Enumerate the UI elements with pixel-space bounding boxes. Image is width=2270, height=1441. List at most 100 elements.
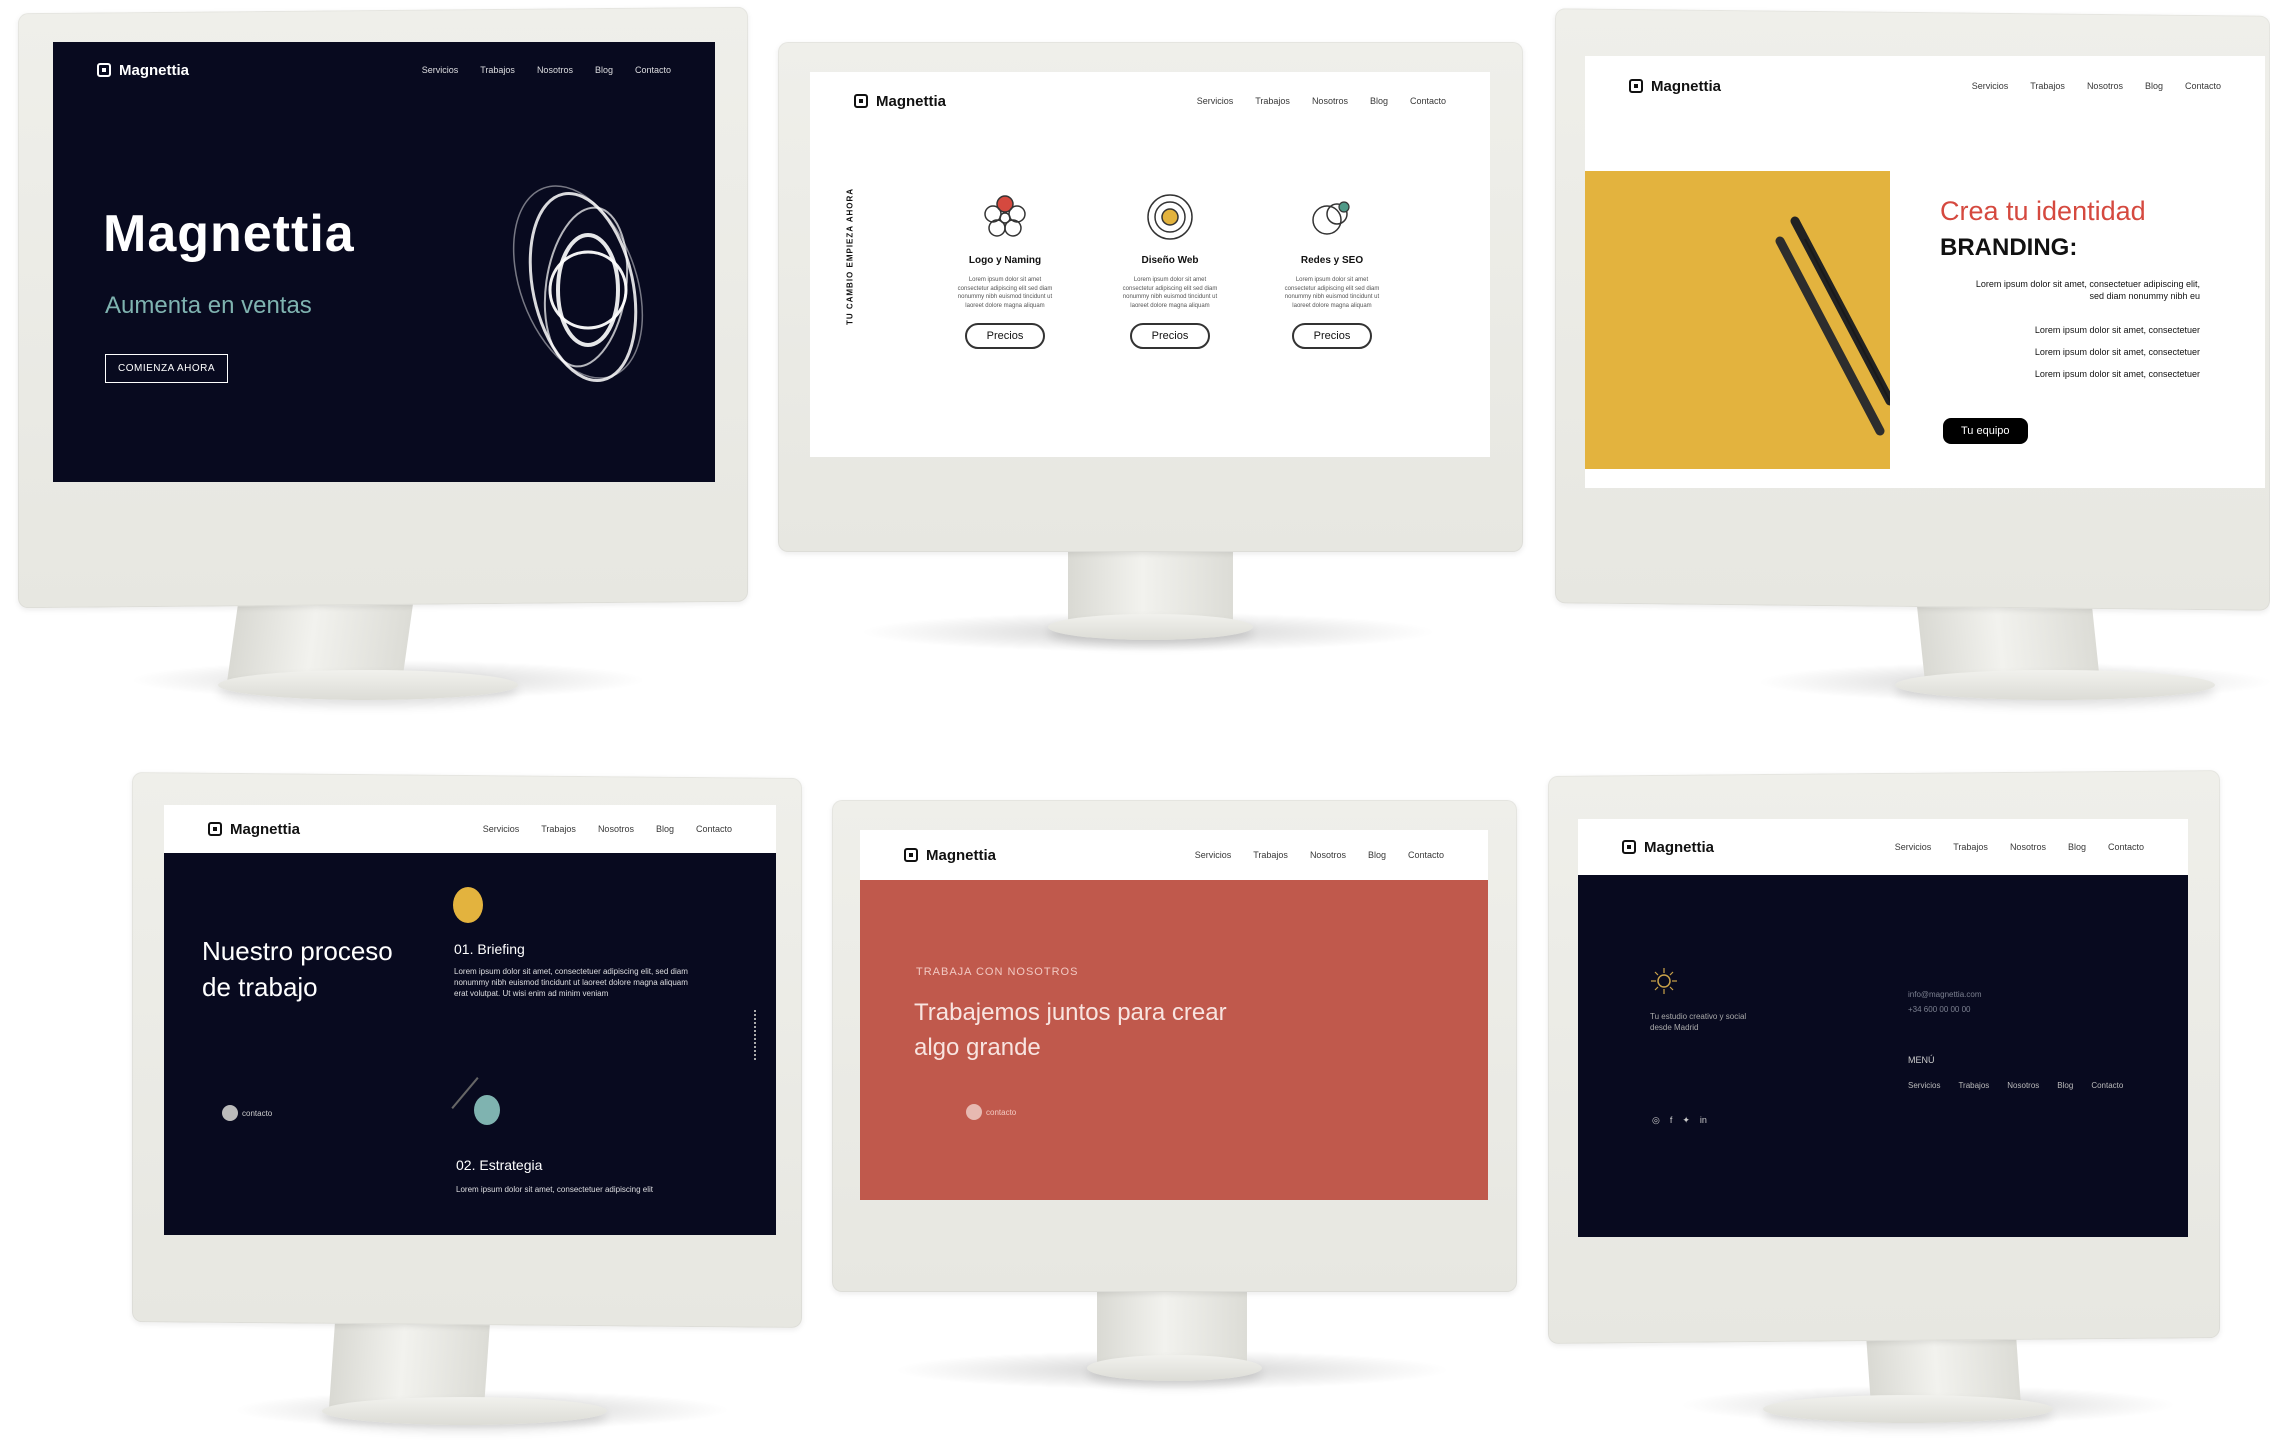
prices-button[interactable]: Precios — [1129, 322, 1211, 349]
contact-link[interactable]: contacto — [966, 1104, 1016, 1120]
nav-item[interactable]: Nosotros — [2010, 842, 2046, 852]
nav-item[interactable]: Servicios — [422, 65, 459, 75]
logo-icon — [904, 848, 918, 862]
prices-button[interactable]: Precios — [964, 322, 1046, 349]
contact-kicker: TRABAJA CON NOSOTROS — [916, 966, 1079, 978]
circles-icon — [1312, 201, 1350, 235]
instagram-icon[interactable]: ◎ — [1652, 1115, 1660, 1126]
nav-item[interactable]: Servicios — [483, 824, 520, 834]
nav-item[interactable]: Trabajos — [1253, 850, 1288, 860]
nav-item[interactable]: Blog — [595, 65, 613, 75]
nav-item[interactable]: Contacto — [2185, 81, 2221, 91]
branding-heading-red: Crea tu identidad — [1940, 196, 2146, 226]
nav-item[interactable]: Trabajos — [541, 824, 576, 834]
team-button[interactable]: Tu equipo — [1943, 418, 2028, 444]
footer-menu-item[interactable]: Contacto — [2091, 1081, 2123, 1090]
site-logo[interactable]: Magnettia — [904, 847, 996, 864]
nav-item[interactable]: Nosotros — [537, 65, 573, 75]
site-logo[interactable]: Magnettia — [854, 93, 946, 110]
nav-item[interactable]: Servicios — [1895, 842, 1932, 852]
branding-line: Lorem ipsum dolor sit amet, consectetuer — [2034, 369, 2200, 379]
process-heading: Nuestro proceso de trabajo — [202, 936, 393, 1003]
footer-menu-item[interactable]: Blog — [2057, 1081, 2073, 1090]
hero-subtitle: Aumenta en ventas — [105, 292, 312, 319]
service-text: Lorem ipsum dolor sit amet consectetur a… — [1122, 277, 1218, 310]
footer-menu: Servicios Trabajos Nosotros Blog Contact… — [1908, 1081, 2123, 1090]
screen-footer: Magnettia Servicios Trabajos Nosotros Bl… — [1578, 819, 2188, 1237]
site-logo[interactable]: Magnettia — [208, 821, 300, 838]
nav-item[interactable]: Blog — [656, 824, 674, 834]
logo-icon — [1629, 79, 1643, 93]
footer-menu-item[interactable]: Servicios — [1908, 1081, 1940, 1090]
service-text: Lorem ipsum dolor sit amet consectetur a… — [957, 277, 1053, 310]
site-nav: Servicios Trabajos Nosotros Blog Contact… — [422, 65, 671, 75]
nav-item[interactable]: Nosotros — [1310, 850, 1346, 860]
logo-icon — [97, 63, 111, 77]
step2-title: 02. Estrategia — [456, 1157, 543, 1173]
twitter-icon[interactable]: ✦ — [1682, 1115, 1690, 1126]
site-logo[interactable]: Magnettia — [97, 62, 189, 79]
footer-menu-item[interactable]: Nosotros — [2007, 1081, 2039, 1090]
nav-item[interactable]: Contacto — [2108, 842, 2144, 852]
screen-branding: Magnettia Servicios Trabajos Nosotros Bl… — [1585, 56, 2265, 488]
nav-item[interactable]: Contacto — [635, 65, 671, 75]
branding-line: Lorem ipsum dolor sit amet, consectetuer — [2034, 325, 2200, 335]
nav-item[interactable]: Blog — [1368, 850, 1386, 860]
nav-item[interactable]: Servicios — [1972, 81, 2009, 91]
linkedin-icon[interactable]: in — [1700, 1115, 1707, 1126]
screen-hero: Magnettia Servicios Trabajos Nosotros Bl… — [53, 42, 715, 482]
footer-contact: info@magnettia.com +34 600 00 00 00 — [1908, 987, 1982, 1017]
footer-email[interactable]: info@magnettia.com — [1908, 987, 1982, 1002]
target-icon — [1147, 194, 1193, 240]
nav-item[interactable]: Servicios — [1197, 96, 1234, 106]
hero-title: Magnettia — [103, 205, 355, 263]
service-card: Diseño Web Lorem ipsum dolor sit amet co… — [1110, 192, 1230, 349]
screen-services: Magnettia Servicios Trabajos Nosotros Bl… — [810, 72, 1490, 457]
step2-text: Lorem ipsum dolor sit amet, consectetuer… — [456, 1185, 653, 1194]
nav-item[interactable]: Nosotros — [2087, 81, 2123, 91]
nav-item[interactable]: Blog — [2068, 842, 2086, 852]
nav-item[interactable]: Trabajos — [480, 65, 515, 75]
nav-item[interactable]: Blog — [1370, 96, 1388, 106]
nav-item[interactable]: Contacto — [1410, 96, 1446, 106]
step1-text: Lorem ipsum dolor sit amet, consectetuer… — [454, 967, 688, 998]
nav-item[interactable]: Blog — [2145, 81, 2163, 91]
monitor-hero: Magnettia Servicios Trabajos Nosotros Bl… — [18, 6, 748, 710]
branding-image — [1585, 171, 1890, 469]
footer-logo-icon — [1651, 968, 1677, 994]
pencils-graphic — [1775, 216, 1890, 436]
monitor-services: Magnettia Servicios Trabajos Nosotros Bl… — [778, 42, 1523, 662]
nav-item[interactable]: Trabajos — [1953, 842, 1988, 852]
nav-item[interactable]: Servicios — [1195, 850, 1232, 860]
footer-menu-item[interactable]: Trabajos — [1958, 1081, 1989, 1090]
site-logo[interactable]: Magnettia — [1629, 78, 1721, 95]
contact-heading: Trabajemos juntos para crear algo grande — [914, 999, 1227, 1061]
nav-item[interactable]: Contacto — [1408, 850, 1444, 860]
footer-menu-title: MENÚ — [1908, 1055, 1935, 1065]
nav-item[interactable]: Trabajos — [1255, 96, 1290, 106]
step2-dot — [474, 1095, 500, 1125]
nav-item[interactable]: Trabajos — [2030, 81, 2065, 91]
nav-item[interactable]: Nosotros — [598, 824, 634, 834]
site-nav: Servicios Trabajos Nosotros Blog Contact… — [1895, 842, 2144, 852]
contact-dot-icon — [966, 1104, 982, 1120]
site-logo[interactable]: Magnettia — [1622, 839, 1714, 856]
cta-button[interactable]: COMIENZA AHORA — [105, 354, 229, 383]
nav-item[interactable]: Nosotros — [1312, 96, 1348, 106]
logo-icon — [1622, 840, 1636, 854]
footer-phone[interactable]: +34 600 00 00 00 — [1908, 1002, 1982, 1017]
screen-process: Magnettia Servicios Trabajos Nosotros Bl… — [164, 805, 776, 1235]
service-title: Logo y Naming — [968, 255, 1042, 266]
side-dots — [754, 1010, 759, 1060]
branding-heading: BRANDING: — [1940, 234, 2078, 261]
nav-item[interactable]: Contacto — [696, 824, 732, 834]
service-card: Redes y SEO Lorem ipsum dolor sit amet c… — [1272, 192, 1392, 349]
logo-icon — [208, 822, 222, 836]
site-nav: Servicios Trabajos Nosotros Blog Contact… — [1972, 81, 2221, 91]
monitor-contact: Magnettia Servicios Trabajos Nosotros Bl… — [832, 800, 1517, 1400]
service-title: Diseño Web — [1141, 255, 1199, 266]
site-nav: Servicios Trabajos Nosotros Blog Contact… — [1197, 96, 1446, 106]
prices-button[interactable]: Precios — [1291, 322, 1373, 349]
contact-link[interactable]: contacto — [222, 1105, 272, 1121]
facebook-icon[interactable]: f — [1670, 1115, 1673, 1126]
